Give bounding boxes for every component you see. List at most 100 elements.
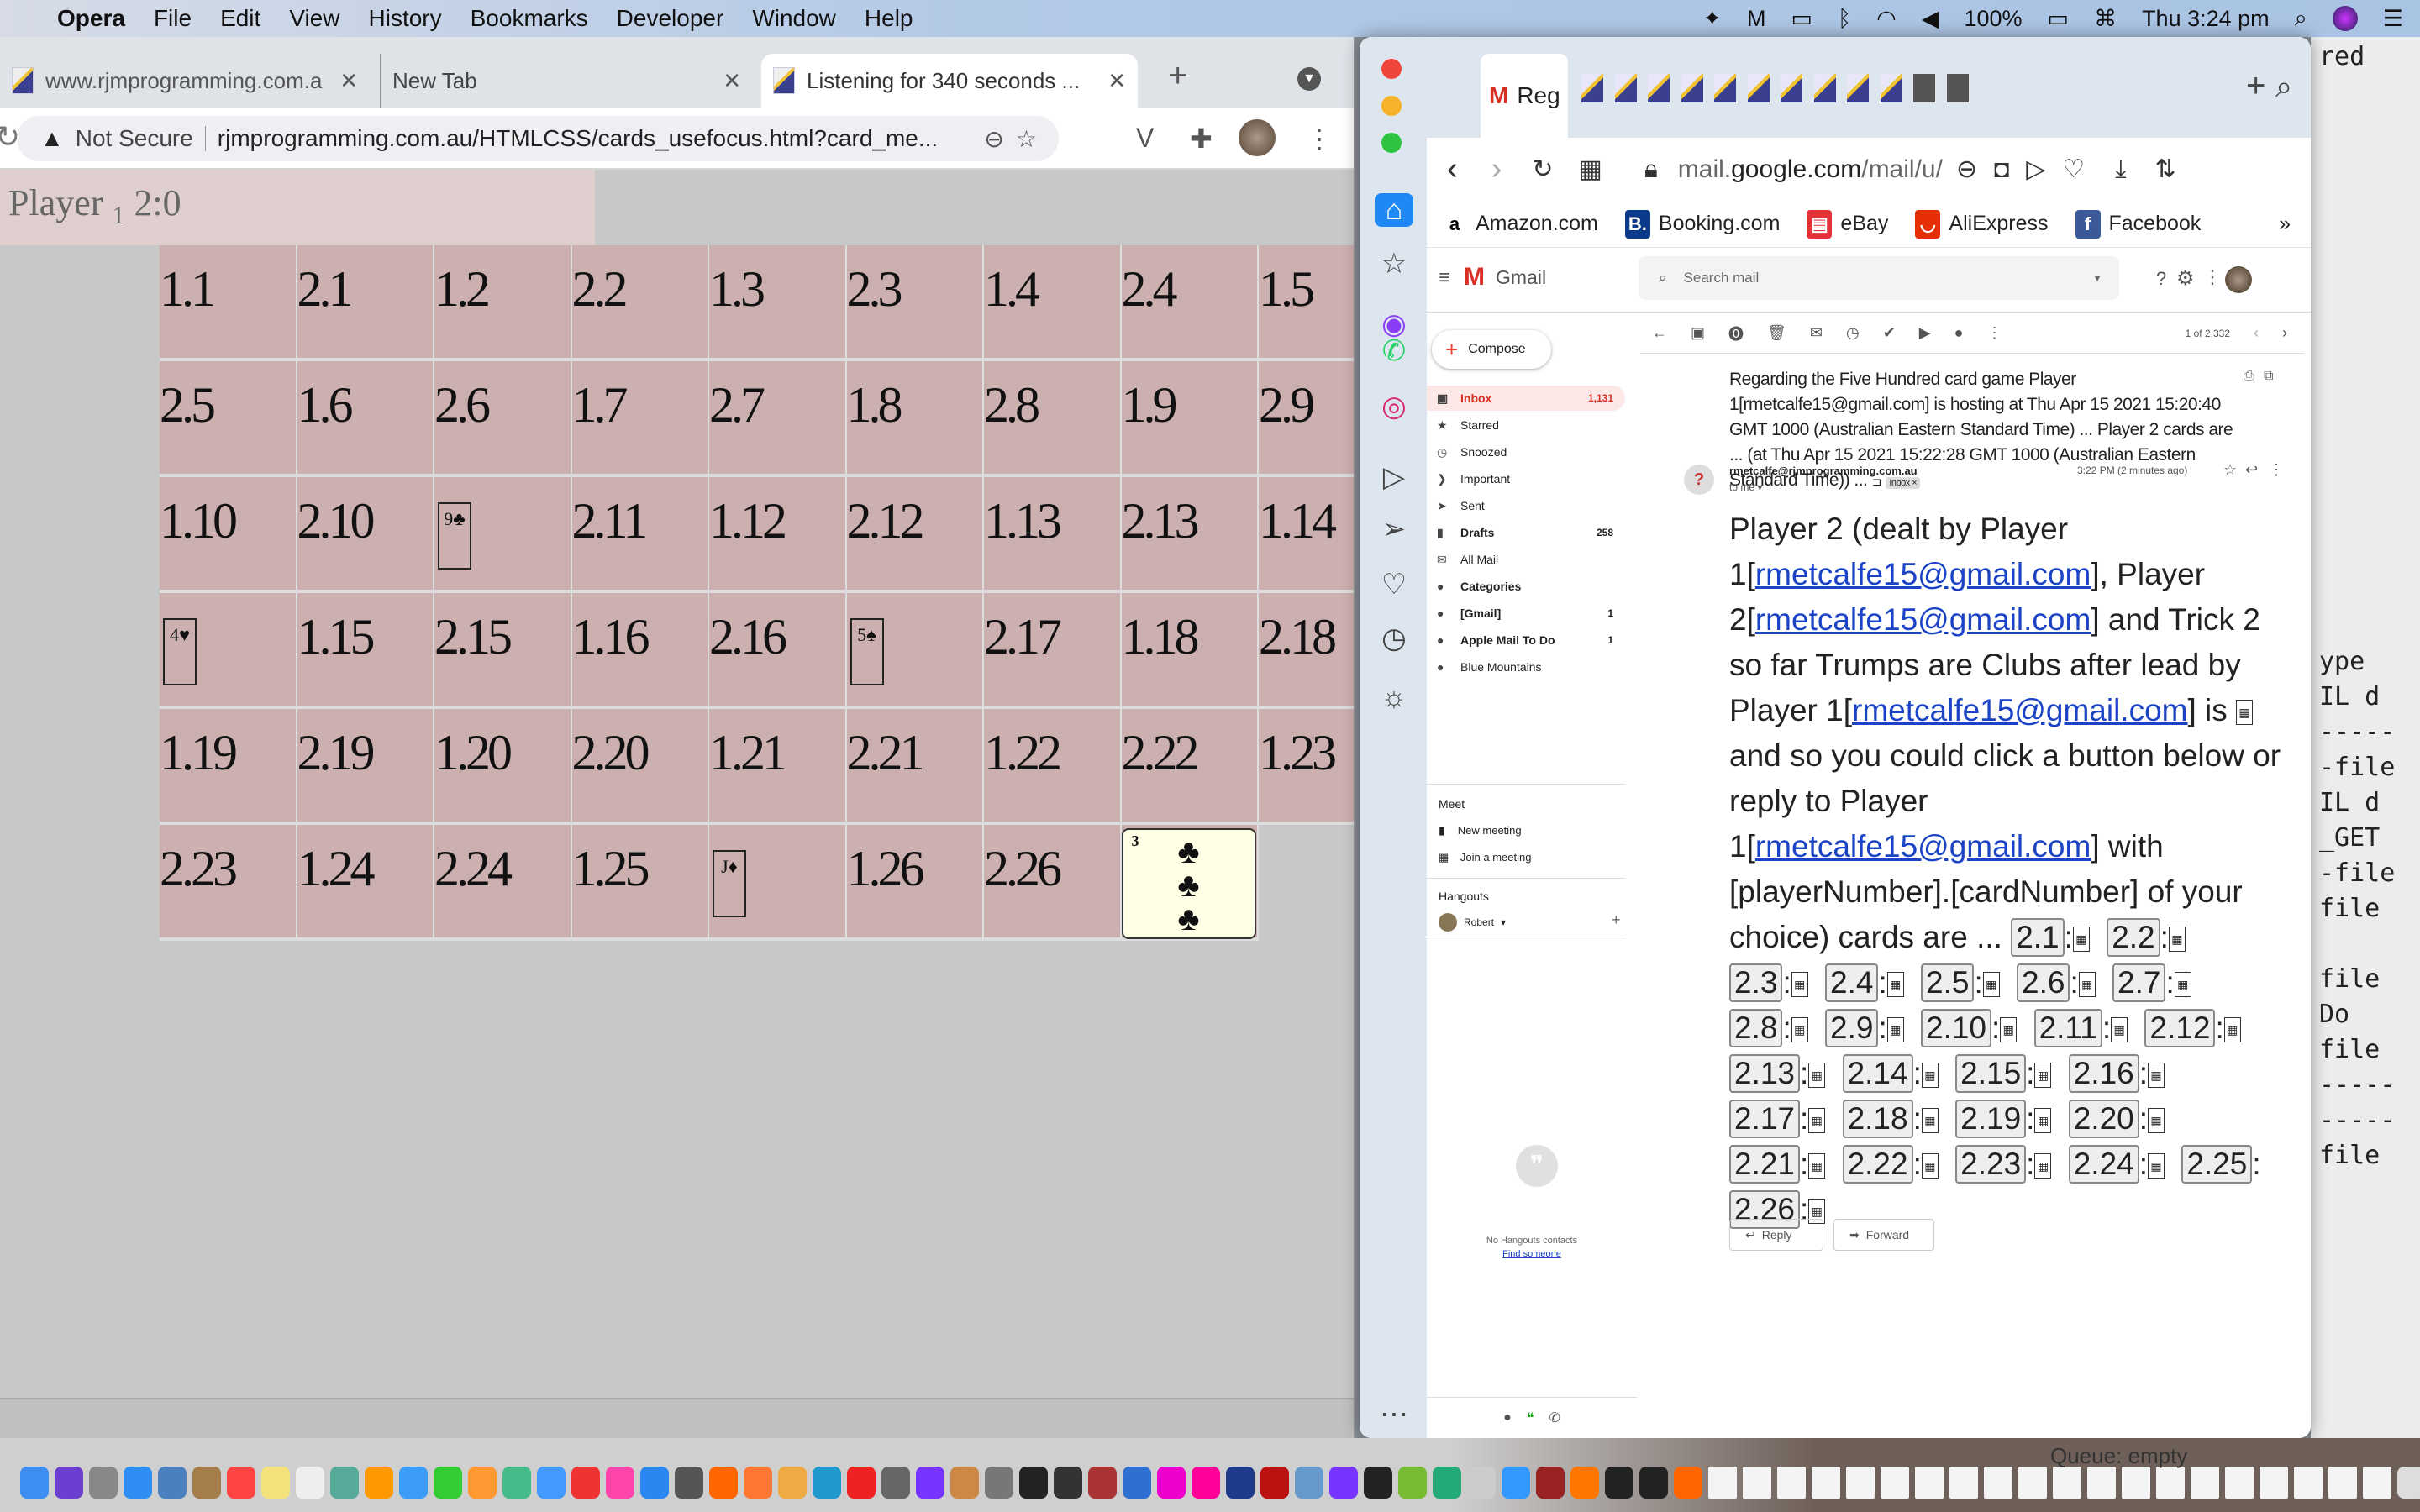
bookmark-facebook[interactable]: f Facebook	[2075, 209, 2201, 239]
grid-cell[interactable]: J♦	[709, 825, 847, 941]
dock-app-icon[interactable]	[502, 1467, 531, 1499]
grid-cell[interactable]: 2.4	[1121, 245, 1259, 361]
card-slot-label[interactable]: 2.13	[1122, 493, 1200, 549]
find-someone-link[interactable]: Find someone	[1444, 1249, 1620, 1259]
grid-cell[interactable]: 1.9	[1121, 361, 1259, 477]
grid-cell[interactable]: 4♥	[160, 593, 297, 709]
menu-history[interactable]: History	[369, 5, 442, 32]
search-options-icon[interactable]: ▼	[2092, 272, 2102, 284]
card-image[interactable]: 5♠	[850, 618, 884, 685]
menu-kebab-icon[interactable]: ⋮	[1306, 123, 1333, 155]
tab-new-tab[interactable]: New Tab ✕	[380, 54, 753, 108]
close-window-button[interactable]	[1381, 59, 1402, 79]
card-slot-label[interactable]: 1.10	[160, 493, 238, 549]
dock-document-icon[interactable]	[1812, 1467, 1840, 1499]
document-tab-icon[interactable]	[1913, 74, 1935, 102]
card-slot-label[interactable]: 1.23	[1259, 725, 1337, 780]
card-slot-label[interactable]: 1.2	[434, 261, 491, 317]
card-slot-label[interactable]: 2.6	[434, 377, 491, 433]
dock-app-icon[interactable]	[985, 1467, 1013, 1499]
dock-app-icon[interactable]	[744, 1467, 772, 1499]
dock-document-icon[interactable]	[1915, 1467, 1944, 1499]
malwarebytes-icon[interactable]: M	[1747, 6, 1766, 32]
dock-document-icon[interactable]	[2191, 1467, 2219, 1499]
menu-window[interactable]: Window	[752, 5, 836, 32]
snapshot-camera-icon[interactable]: ◘	[1994, 155, 2009, 184]
card-slot-label[interactable]: 2.16	[709, 609, 787, 664]
dock-document-icon[interactable]	[2122, 1467, 2150, 1499]
grid-cell[interactable]: 2.24	[434, 825, 572, 941]
card-slot-label[interactable]: 2.21	[847, 725, 925, 780]
help-icon[interactable]: ?	[2156, 268, 2166, 290]
nav-gmail[interactable]: ● [Gmail] 1	[1427, 601, 1625, 626]
card-slot-label[interactable]: 1.15	[297, 609, 376, 664]
dock-app-icon[interactable]	[1605, 1467, 1634, 1499]
gmail-brand[interactable]: Gmail	[1496, 266, 1546, 289]
dock-document-icon[interactable]	[2087, 1467, 2116, 1499]
reload-icon[interactable]: ↻	[1532, 155, 1553, 184]
card-slot-label[interactable]: 1.26	[847, 841, 925, 896]
grid-cell[interactable]: 1.4	[984, 245, 1122, 361]
site-tab-icon[interactable]	[1813, 74, 1836, 102]
minimize-window-button[interactable]	[1381, 96, 1402, 116]
grid-cell[interactable]: 1.21	[709, 709, 847, 825]
dock-document-icon[interactable]	[1846, 1467, 1875, 1499]
dock-document-icon[interactable]	[2294, 1467, 2323, 1499]
account-avatar[interactable]	[2225, 266, 2252, 293]
main-menu-icon[interactable]: ≡	[1439, 266, 1450, 290]
card-choice-button[interactable]: 2.14	[1842, 1054, 1913, 1093]
download-icon[interactable]: ⤓	[2115, 155, 2126, 184]
grid-cell[interactable]: 2.7	[709, 361, 847, 477]
dock-app-icon[interactable]	[950, 1467, 979, 1499]
battery-icon[interactable]: ▭	[2048, 6, 2070, 32]
grid-cell[interactable]: 2.1	[297, 245, 434, 361]
reply-button[interactable]: ↩ Reply	[1729, 1219, 1823, 1251]
dock-app-icon[interactable]	[1295, 1467, 1323, 1499]
card-slot-label[interactable]: 2.5	[160, 377, 216, 433]
email-link[interactable]: rmetcalfe15@gmail.com	[1755, 557, 2091, 591]
card-slot-label[interactable]: 2.10	[297, 493, 376, 549]
profile-avatar[interactable]	[1239, 119, 1276, 156]
card-slot-label[interactable]: 2.7	[709, 377, 765, 433]
dock-app-icon[interactable]	[1054, 1467, 1082, 1499]
dock-app-icon[interactable]	[1260, 1467, 1289, 1499]
nav-starred[interactable]: ★ Starred	[1427, 412, 1625, 438]
card-slot-label[interactable]: 1.20	[434, 725, 513, 780]
card-slot-label[interactable]: 2.15	[434, 609, 513, 664]
card-choice-button[interactable]: 2.25	[2181, 1145, 2253, 1184]
bluetooth-icon[interactable]: ᛒ	[1838, 6, 1851, 32]
nav-important[interactable]: ❯ Important	[1427, 466, 1625, 491]
dock-document-icon[interactable]	[1743, 1467, 1771, 1499]
tab-rjmprogramming[interactable]: www.rjmprogramming.com.a ✕	[0, 54, 370, 108]
grid-cell[interactable]: 1.3	[709, 245, 847, 361]
older-icon[interactable]: ›	[2282, 324, 2287, 342]
card-slot-label[interactable]: 1.6	[297, 377, 354, 433]
recipient-dropdown[interactable]: to me ▾	[1729, 481, 1762, 493]
url-field[interactable]: mail.google.com/mail/u/	[1678, 155, 1943, 184]
card-image[interactable]: 9♣	[438, 502, 471, 570]
contacts-person-icon[interactable]: ●	[1503, 1410, 1512, 1425]
hangouts-chat-icon[interactable]: ❝	[1527, 1410, 1534, 1426]
card-choice-button[interactable]: 2.2	[2107, 918, 2160, 957]
report-spam-icon[interactable]: ⓿	[1728, 323, 1744, 344]
dock-app-icon[interactable]	[640, 1467, 669, 1499]
dock-app-icon[interactable]	[881, 1467, 910, 1499]
home-icon[interactable]: ⌂	[1375, 193, 1413, 227]
dock-app-icon[interactable]	[1019, 1467, 1048, 1499]
dock-document-icon[interactable]	[2156, 1467, 2185, 1499]
back-icon[interactable]: ‹	[1447, 151, 1458, 187]
search-icon[interactable]: ⌕	[1659, 270, 1667, 286]
send-to-flow-icon[interactable]: ▷	[2026, 155, 2045, 184]
card-slot-label[interactable]: 2.12	[847, 493, 925, 549]
dock-app-icon[interactable]	[813, 1467, 841, 1499]
bookmark-bookingcom[interactable]: B. Booking.com	[1624, 209, 1780, 239]
new-tab-button[interactable]: +	[1168, 57, 1187, 95]
tab-gmail[interactable]: M Regar	[1481, 54, 1568, 138]
archive-icon[interactable]: ▣	[1691, 324, 1705, 342]
dock-app-icon[interactable]	[1088, 1467, 1117, 1499]
dock-app-icon[interactable]	[434, 1467, 462, 1499]
dock-app-icon[interactable]	[20, 1467, 49, 1499]
delete-icon[interactable]: 🗑︎	[1767, 324, 1786, 342]
card-slot-label[interactable]: 1.19	[160, 725, 238, 780]
grid-cell[interactable]: 5♠	[846, 593, 984, 709]
